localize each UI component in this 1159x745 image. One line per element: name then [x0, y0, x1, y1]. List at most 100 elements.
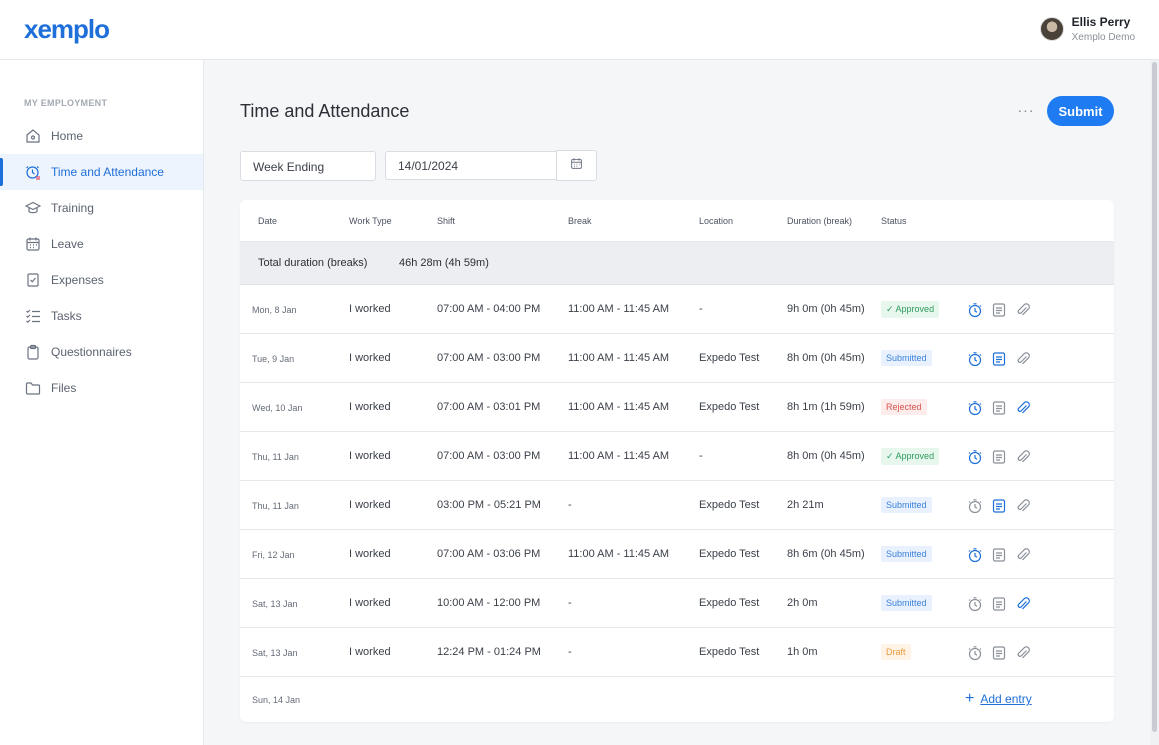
- period-type-select[interactable]: Week Ending: [240, 151, 376, 181]
- avatar[interactable]: [1039, 17, 1064, 41]
- attachment-icon[interactable]: [1014, 497, 1031, 514]
- row-break: 11:00 AM - 11:45 AM: [568, 450, 670, 462]
- receipt-icon: [24, 272, 41, 289]
- row-break: 11:00 AM - 11:45 AM: [568, 401, 670, 413]
- sidebar-item-label: Time and Attendance: [51, 165, 164, 179]
- notes-icon[interactable]: [990, 644, 1007, 661]
- timer-icon[interactable]: [966, 644, 983, 661]
- user-name: Ellis Perry: [1071, 15, 1131, 29]
- page-title: Time and Attendance: [240, 101, 410, 121]
- sidebar-item-time-and-attendance[interactable]: Time and Attendance: [0, 154, 203, 190]
- more-options-button[interactable]: ···: [1016, 102, 1036, 120]
- table-row[interactable]: Sat, 13 Jan I worked 10:00 AM - 12:00 PM - E…: [240, 579, 1114, 628]
- timesheet-table: Date Work Type Shift Break Location Dura…: [240, 200, 1114, 722]
- table-row[interactable]: Sat, 13 Jan I worked 12:24 PM - 01:24 PM - E…: [240, 628, 1114, 677]
- user-menu[interactable]: Ellis Perry Xemplo Demo: [1039, 15, 1135, 43]
- graduation-cap-icon: [24, 200, 41, 217]
- table-row[interactable]: Thu, 11 Jan I worked 07:00 AM - 03:00 PM 11…: [240, 432, 1114, 481]
- row-actions: [966, 497, 1038, 514]
- row-location: Expedo Test: [699, 499, 760, 511]
- notes-icon[interactable]: [990, 399, 1007, 416]
- sidebar-item-label: Questionnaires: [51, 345, 132, 359]
- timer-icon[interactable]: [966, 546, 983, 563]
- row-work-type: I worked: [349, 646, 391, 658]
- column-header-location: Location: [699, 216, 734, 226]
- row-actions: [966, 301, 1038, 318]
- attachment-icon[interactable]: [1014, 595, 1031, 612]
- attachment-icon[interactable]: [1014, 301, 1031, 318]
- clipboard-icon: [24, 344, 41, 361]
- sidebar-item-label: Home: [51, 129, 84, 143]
- notes-icon[interactable]: [990, 546, 1007, 563]
- status-badge: Draft: [881, 644, 911, 660]
- scrollbar[interactable]: [1150, 60, 1159, 745]
- timer-icon[interactable]: [966, 301, 983, 318]
- attachment-icon[interactable]: [1014, 448, 1031, 465]
- timer-icon[interactable]: [966, 448, 983, 465]
- row-date: Thu, 11 Jan: [252, 501, 299, 511]
- row-duration: 2h 0m: [787, 597, 818, 609]
- home-icon: [24, 128, 41, 145]
- row-work-type: I worked: [349, 401, 391, 413]
- xemplo-logo[interactable]: xemplo: [24, 14, 110, 45]
- scrollbar-thumb[interactable]: [1152, 62, 1157, 732]
- timer-icon[interactable]: [966, 595, 983, 612]
- notes-icon[interactable]: [990, 595, 1007, 612]
- sidebar-item-home[interactable]: Home: [0, 118, 203, 154]
- sidebar-item-training[interactable]: Training: [0, 190, 203, 226]
- row-break: -: [568, 597, 572, 609]
- table-row[interactable]: Mon, 8 Jan I worked 07:00 AM - 04:00 PM 11:…: [240, 285, 1114, 334]
- submit-button[interactable]: Submit: [1047, 96, 1114, 126]
- row-shift: 12:24 PM - 01:24 PM: [437, 646, 541, 658]
- table-row[interactable]: Thu, 11 Jan I worked 03:00 PM - 05:21 PM - E…: [240, 481, 1114, 530]
- row-actions: [966, 546, 1038, 563]
- row-shift: 07:00 AM - 03:06 PM: [437, 548, 541, 560]
- sidebar-item-leave[interactable]: Leave: [0, 226, 203, 262]
- table-row[interactable]: Tue, 9 Jan I worked 07:00 AM - 03:00 PM 11:…: [240, 334, 1114, 383]
- attachment-icon[interactable]: [1014, 399, 1031, 416]
- status-badge: ✓ Approved: [881, 448, 940, 465]
- row-work-type: I worked: [349, 499, 391, 511]
- sidebar-item-files[interactable]: Files: [0, 370, 203, 406]
- notes-icon[interactable]: [990, 497, 1007, 514]
- row-shift: 10:00 AM - 12:00 PM: [437, 597, 541, 609]
- row-actions: [966, 595, 1038, 612]
- sidebar-item-expenses[interactable]: Expenses: [0, 262, 203, 298]
- timer-icon[interactable]: [966, 399, 983, 416]
- notes-icon[interactable]: [990, 350, 1007, 367]
- column-header-break: Break: [568, 216, 592, 226]
- row-duration: 1h 0m: [787, 646, 818, 658]
- row-actions: [966, 644, 1038, 661]
- sidebar-item-questionnaires[interactable]: Questionnaires: [0, 334, 203, 370]
- table-row[interactable]: Fri, 12 Jan I worked 07:00 AM - 03:06 PM 11…: [240, 530, 1114, 579]
- timer-icon[interactable]: [966, 350, 983, 367]
- row-location: Expedo Test: [699, 646, 760, 658]
- attachment-icon[interactable]: [1014, 546, 1031, 563]
- row-actions: [966, 399, 1038, 416]
- top-bar: xemplo Ellis Perry Xemplo Demo: [0, 0, 1159, 60]
- week-ending-date-input[interactable]: [385, 151, 557, 180]
- table-row[interactable]: Wed, 10 Jan I worked 07:00 AM - 03:01 PM 11…: [240, 383, 1114, 432]
- row-location: Expedo Test: [699, 597, 760, 609]
- add-entry-button[interactable]: + Add entry: [965, 691, 1032, 707]
- sidebar-item-tasks[interactable]: Tasks: [0, 298, 203, 334]
- column-header-work-type: Work Type: [349, 216, 392, 226]
- row-work-type: I worked: [349, 548, 391, 560]
- attachment-icon[interactable]: [1014, 644, 1031, 661]
- row-date: Thu, 11 Jan: [252, 452, 299, 462]
- status-badge: Submitted: [881, 595, 932, 611]
- notes-icon[interactable]: [990, 448, 1007, 465]
- totals-row: Total duration (breaks) 46h 28m (4h 59m): [240, 242, 1114, 285]
- timer-icon[interactable]: [966, 497, 983, 514]
- row-location: Expedo Test: [699, 352, 760, 364]
- sidebar-item-label: Expenses: [51, 273, 104, 287]
- add-entry-label: Add entry: [980, 692, 1032, 706]
- status-badge: Rejected: [881, 399, 927, 415]
- column-header-date: Date: [258, 216, 278, 226]
- notes-icon[interactable]: [990, 301, 1007, 318]
- attachment-icon[interactable]: [1014, 350, 1031, 367]
- row-shift: 03:00 PM - 05:21 PM: [437, 499, 541, 511]
- row-actions: [966, 448, 1038, 465]
- date-picker-button[interactable]: [556, 150, 597, 181]
- row-work-type: I worked: [349, 597, 391, 609]
